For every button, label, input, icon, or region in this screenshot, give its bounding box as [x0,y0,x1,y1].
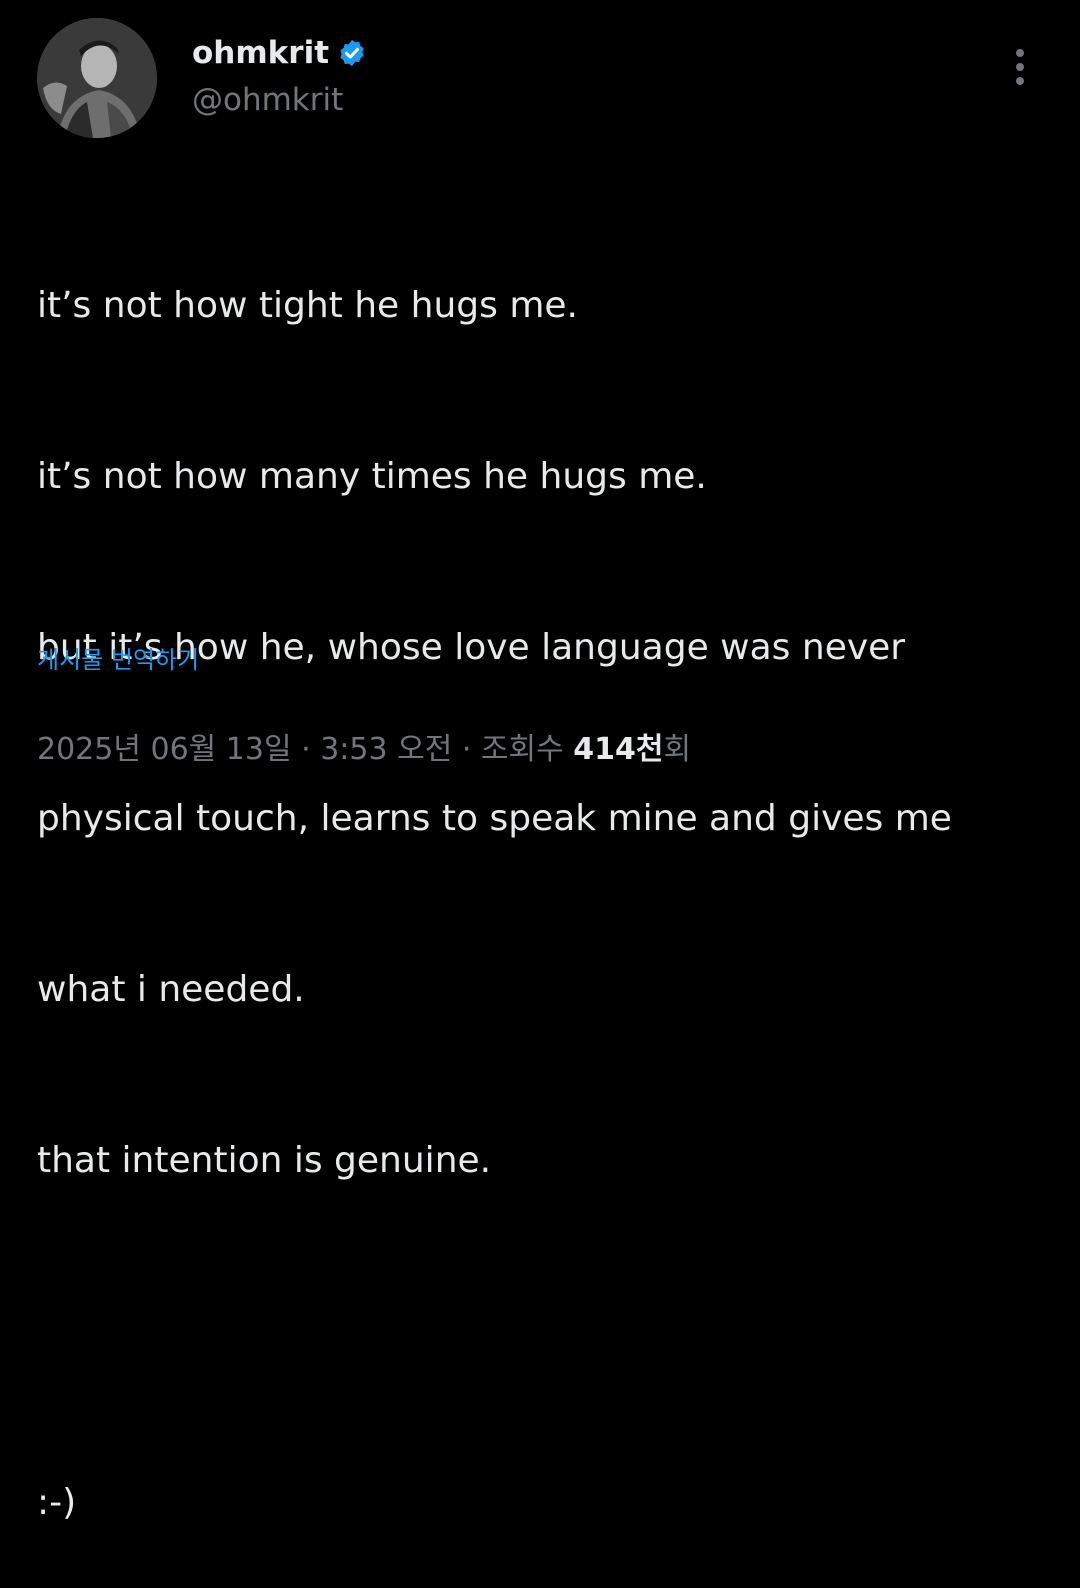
views-label: 조회수 [480,732,564,767]
author-handle[interactable]: @ohmkrit [192,80,343,120]
verified-badge-icon [337,38,367,68]
avatar-image [37,18,157,138]
tweet-line: :-) [37,1482,77,1523]
meta-separator: · [452,732,481,767]
post-date[interactable]: 2025년 06월 13일 [37,732,292,767]
post-time[interactable]: 3:53 오전 [320,732,452,767]
meta-separator: · [291,732,321,767]
tweet-meta: 2025년 06월 13일 · 3:53 오전 · 조회수 414천회 [37,725,691,775]
tweet-text: it’s not how tight he hugs me. it’s not … [37,163,1047,1588]
tweet-line: physical touch, learns to speak mine and… [37,798,952,839]
translate-post-link[interactable]: 게시물 번역하기 [37,640,199,680]
more-options-icon[interactable] [1005,46,1035,88]
avatar[interactable] [37,18,157,138]
author-display-name[interactable]: ohmkrit [192,33,329,73]
views-count: 414천 [573,732,664,767]
tweet-line: it’s not how tight he hugs me. [37,285,578,326]
tweet-line: what i needed. [37,969,305,1010]
views-suffix: 회 [663,732,692,767]
author-name-row[interactable]: ohmkrit [192,33,367,73]
tweet-line: that intention is genuine. [37,1140,492,1181]
tweet-line: it’s not how many times he hugs me. [37,456,707,497]
